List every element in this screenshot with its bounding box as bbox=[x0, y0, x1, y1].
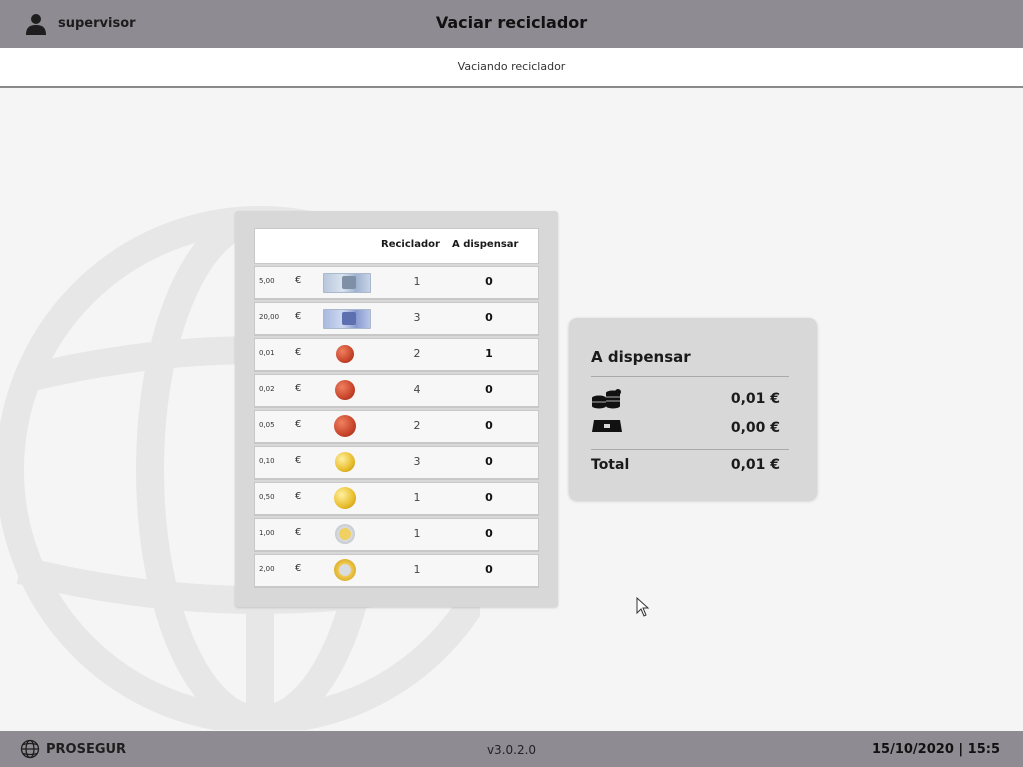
table-row: 0,10 € 3 0 bbox=[254, 446, 539, 479]
denomination-value: 20,00 bbox=[259, 313, 280, 321]
currency-symbol: € bbox=[295, 455, 302, 466]
divider bbox=[591, 449, 789, 450]
table-row: 2,00 € 1 0 bbox=[254, 554, 539, 587]
recycler-count: 3 bbox=[413, 311, 421, 324]
divider bbox=[591, 376, 789, 377]
dispense-count: 0 bbox=[485, 311, 493, 324]
currency-symbol: € bbox=[295, 347, 302, 358]
total-value: 0,01 € bbox=[730, 457, 780, 473]
table-row: 0,01 € 2 1 bbox=[254, 338, 539, 371]
status-text: Vaciando reciclador bbox=[457, 60, 566, 73]
denomination-value: 0,10 bbox=[259, 457, 275, 465]
page-title: Vaciar reciclador bbox=[435, 13, 588, 32]
currency-symbol: € bbox=[295, 419, 302, 430]
recycler-count: 2 bbox=[413, 347, 421, 360]
total-label: Total bbox=[591, 457, 630, 473]
denomination-value: 1,00 bbox=[259, 529, 275, 537]
top-bar: supervisor Vaciar reciclador bbox=[0, 0, 1023, 48]
dispense-count: 0 bbox=[485, 383, 493, 396]
currency-symbol: € bbox=[295, 275, 302, 286]
date-time: 15/10/2020 | 15:5 bbox=[872, 742, 1000, 757]
dispense-count: 0 bbox=[485, 455, 493, 468]
table-row: 0,02 € 4 0 bbox=[254, 374, 539, 407]
bottom-bar: PROSEGUR v3.0.2.0 15/10/2020 | 15:5 bbox=[0, 731, 1023, 767]
table-row: 0,05 € 2 0 bbox=[254, 410, 539, 443]
version-label: v3.0.2.0 bbox=[486, 743, 537, 757]
coin-gold-icon bbox=[323, 451, 369, 473]
table-row: 20,00 € 3 0 bbox=[254, 302, 539, 335]
dispense-count: 0 bbox=[485, 527, 493, 540]
coin-copper-icon bbox=[323, 415, 369, 437]
mouse-cursor-icon bbox=[636, 597, 650, 617]
dispense-count: 0 bbox=[485, 563, 493, 576]
column-header-recycler: Reciclador bbox=[381, 239, 440, 250]
coins-value: 0,01 € bbox=[730, 391, 780, 407]
coin-bimetal-icon bbox=[323, 523, 369, 545]
denomination-value: 0,05 bbox=[259, 421, 275, 429]
denomination-value: 0,02 bbox=[259, 385, 275, 393]
recycler-count: 2 bbox=[413, 419, 421, 432]
coin-copper-icon bbox=[323, 379, 369, 401]
coins-stack-icon bbox=[592, 389, 621, 409]
coin-bimetal-icon bbox=[323, 559, 369, 581]
denomination-value: 0,50 bbox=[259, 493, 275, 501]
column-header-dispense: A dispensar bbox=[452, 239, 519, 250]
table-row: 0,50 € 1 0 bbox=[254, 482, 539, 515]
recycler-count: 1 bbox=[413, 275, 421, 288]
coin-gold-icon bbox=[323, 487, 369, 509]
table-header: Reciclador A dispensar bbox=[254, 228, 539, 264]
table-row: 5,00 € 1 0 bbox=[254, 266, 539, 299]
status-bar: Vaciando reciclador bbox=[0, 48, 1023, 88]
recycler-count: 1 bbox=[413, 491, 421, 504]
denomination-panel: Reciclador A dispensar 5,00 € 1 0 20,00 … bbox=[235, 211, 558, 607]
currency-symbol: € bbox=[295, 491, 302, 502]
currency-symbol: € bbox=[295, 563, 302, 574]
banknotes-icon bbox=[592, 420, 622, 432]
table-row: 1,00 € 1 0 bbox=[254, 518, 539, 551]
banknote-5-icon bbox=[323, 271, 371, 293]
denomination-value: 0,01 bbox=[259, 349, 275, 357]
dispense-summary-panel: A dispensar 0,01 € 0,00 € Total 0,01 € bbox=[569, 318, 817, 500]
currency-symbol: € bbox=[295, 311, 302, 322]
recycler-count: 3 bbox=[413, 455, 421, 468]
denomination-value: 2,00 bbox=[259, 565, 275, 573]
dispense-count: 0 bbox=[485, 491, 493, 504]
denomination-value: 5,00 bbox=[259, 277, 275, 285]
banknote-20-icon bbox=[323, 307, 371, 329]
coin-copper-icon bbox=[323, 343, 369, 365]
notes-value: 0,00 € bbox=[730, 420, 780, 436]
summary-title: A dispensar bbox=[591, 348, 691, 366]
currency-symbol: € bbox=[295, 383, 302, 394]
recycler-count: 1 bbox=[413, 563, 421, 576]
dispense-count: 1 bbox=[485, 347, 493, 360]
recycler-count: 4 bbox=[413, 383, 421, 396]
recycler-count: 1 bbox=[413, 527, 421, 540]
dispense-count: 0 bbox=[485, 419, 493, 432]
currency-symbol: € bbox=[295, 527, 302, 538]
dispense-count: 0 bbox=[485, 275, 493, 288]
